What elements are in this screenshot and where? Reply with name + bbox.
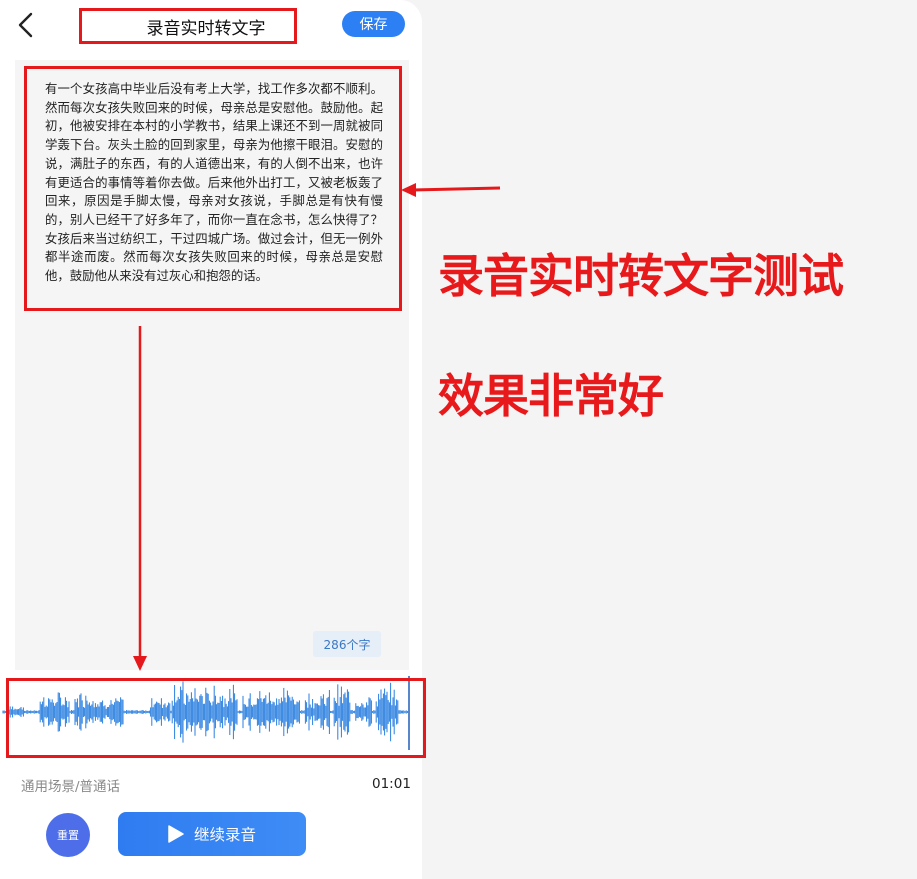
- title-highlight-box: 录音实时转文字: [79, 8, 297, 44]
- char-count-badge: 286个字: [313, 631, 381, 657]
- reset-button[interactable]: 重置: [46, 813, 90, 857]
- chevron-left-icon[interactable]: [14, 11, 38, 39]
- page-title: 录音实时转文字: [146, 18, 266, 39]
- annotation-heading: 录音实时转文字测试: [438, 249, 844, 303]
- waveform-highlight-box: [6, 678, 426, 758]
- save-button[interactable]: 保存: [342, 11, 405, 37]
- transcript-highlight-box: 有一个女孩高中毕业后没有考上大学，找工作多次都不顺利。然而每次女孩失败回来的时候…: [24, 66, 402, 311]
- recording-duration: 01:01: [372, 776, 411, 792]
- scene-language-label[interactable]: 通用场景/普通话: [21, 775, 120, 795]
- annotation-subheading: 效果非常好: [438, 369, 664, 423]
- continue-recording-button[interactable]: 继续录音: [118, 812, 306, 856]
- phone-screen: 录音实时转文字 保存 有一个女孩高中毕业后没有考上大学，找工作多次都不顺利。然而…: [0, 0, 426, 879]
- transcript-text[interactable]: 有一个女孩高中毕业后没有考上大学，找工作多次都不顺利。然而每次女孩失败回来的时候…: [45, 80, 383, 286]
- play-icon: [168, 825, 184, 843]
- continue-recording-label: 继续录音: [193, 826, 256, 844]
